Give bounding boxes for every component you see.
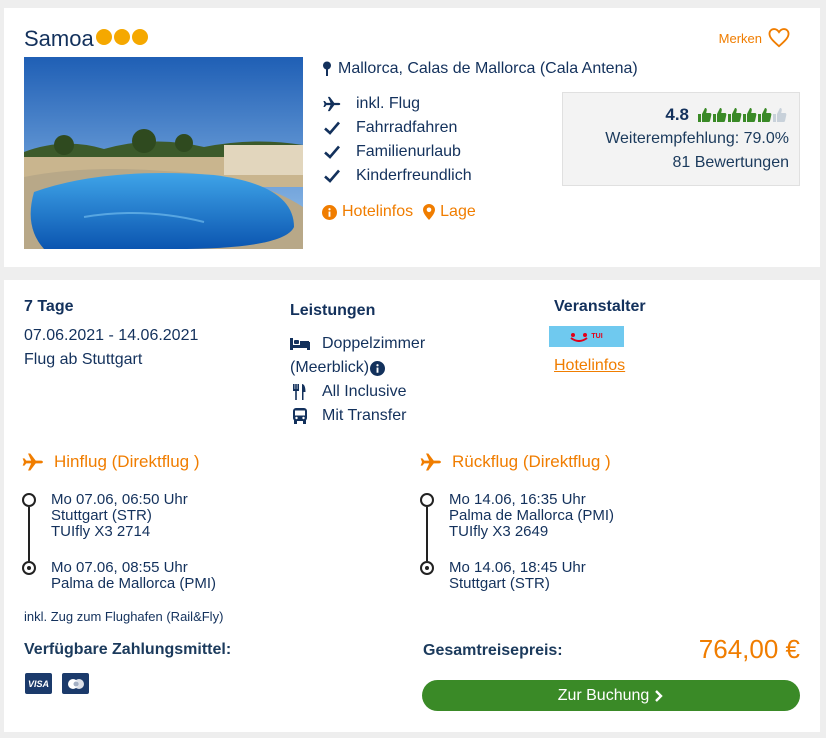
plane-icon	[420, 453, 441, 471]
return-title: Rückflug (Direktflug )	[452, 452, 611, 471]
feature-label: Familienurlaub	[356, 143, 461, 160]
operator-hotelinfos-link[interactable]: Hotelinfos	[554, 357, 625, 375]
info-icon	[322, 204, 337, 220]
heart-icon	[768, 28, 790, 48]
map-marker-icon	[423, 204, 436, 220]
service-room-view: (Meerblick)	[290, 356, 425, 380]
departure-airport: Palma de Mallorca (PMI)	[449, 507, 615, 524]
outbound-arrival: Mo 07.06, 08:55 Uhr Palma de Mallorca (P…	[51, 560, 216, 592]
bus-icon	[293, 408, 307, 424]
arrival-airport: Stuttgart (STR)	[449, 575, 550, 592]
outbound-header: Hinflug (Direktflug )	[22, 452, 200, 472]
hotel-rating-dots	[96, 29, 150, 50]
operator-logo: TUI	[549, 326, 624, 347]
check-icon	[324, 169, 340, 183]
service-room: Doppelzimmer	[290, 332, 425, 356]
favorite-button[interactable]: Merken	[719, 28, 790, 48]
star-dot	[96, 29, 112, 45]
info-icon[interactable]	[370, 360, 386, 376]
return-departure: Mo 14.06, 16:35 Uhr Palma de Mallorca (P…	[449, 492, 614, 540]
timeline-start-marker	[22, 493, 36, 507]
book-button[interactable]: Zur Buchung	[422, 680, 800, 711]
service-board: All Inclusive	[290, 380, 425, 404]
feature-family: Familienurlaub	[322, 140, 472, 164]
arrival-time: Mo 14.06, 18:45 Uhr	[449, 559, 586, 576]
offer-card: 7 Tage 07.06.2021 - 14.06.2021 Flug ab S…	[4, 280, 820, 732]
timeline-end-marker	[420, 561, 434, 575]
thumb-up-icon	[698, 108, 712, 122]
thumb-up-icon	[773, 108, 787, 122]
chevron-right-icon	[655, 689, 663, 702]
recommendation-rate: Weiterempfehlung: 79.0%	[605, 130, 789, 147]
departure-time: Mo 07.06, 06:50 Uhr	[51, 491, 188, 508]
tui-logo-icon	[570, 332, 588, 342]
feature-kids: Kinderfreundlich	[322, 164, 472, 188]
rating-score: 4.8	[665, 105, 787, 125]
departure-airport: Flug ab Stuttgart	[24, 351, 143, 368]
feature-flight: inkl. Flug	[322, 92, 472, 116]
total-price: 764,00 €	[698, 634, 800, 664]
feature-label: inkl. Flug	[356, 95, 421, 112]
rail-and-fly-note: inkl. Zug zum Flughafen (Rail&Fly)	[24, 609, 224, 624]
timeline-end-marker	[22, 561, 36, 575]
trip-duration: 7 Tage	[24, 298, 74, 315]
thumb-up-icon	[728, 108, 742, 122]
operator-title: Veranstalter	[554, 298, 646, 315]
location-text: Mallorca, Calas de Mallorca (Cala Antena…	[338, 60, 638, 77]
outbound-departure: Mo 07.06, 06:50 Uhr Stuttgart (STR) TUIf…	[51, 492, 188, 540]
book-button-label: Zur Buchung	[557, 686, 650, 704]
hotel-photo[interactable]	[24, 57, 303, 249]
mastercard-icon	[62, 673, 89, 694]
flight-number: TUIfly X3 2714	[51, 523, 151, 540]
check-icon	[324, 121, 340, 135]
review-count[interactable]: 81 Bewertungen	[672, 154, 789, 172]
visa-icon: VISA	[25, 673, 52, 694]
timeline-start-marker	[420, 493, 434, 507]
return-arrival: Mo 14.06, 18:45 Uhr Stuttgart (STR)	[449, 560, 586, 592]
payment-title: Verfügbare Zahlungsmittel:	[24, 641, 232, 658]
departure-airport: Stuttgart (STR)	[51, 507, 152, 524]
feature-cycling: Fahrradfahren	[322, 116, 472, 140]
star-dot	[132, 29, 148, 45]
hotel-links: Hotelinfos Lage	[322, 203, 486, 221]
hotel-name[interactable]: Samoa	[24, 26, 94, 52]
return-header: Rückflug (Direktflug )	[420, 452, 611, 472]
timeline-line	[28, 507, 30, 561]
outbound-title: Hinflug (Direktflug )	[54, 452, 200, 471]
feature-label: Fahrradfahren	[356, 119, 458, 136]
services-list: Doppelzimmer (Meerblick) All Inclusive M…	[290, 332, 425, 428]
departure-time: Mo 14.06, 16:35 Uhr	[449, 491, 586, 508]
map-pin-icon	[323, 61, 331, 76]
plane-icon	[22, 453, 43, 471]
bed-icon	[290, 338, 310, 350]
thumbs-rating	[697, 107, 787, 123]
flight-number: TUIfly X3 2649	[449, 523, 549, 540]
hotel-location: Mallorca, Calas de Mallorca (Cala Antena…	[322, 60, 638, 78]
arrival-airport: Palma de Mallorca (PMI)	[51, 575, 217, 592]
rating-box[interactable]: 4.8 Weiterempfehlung: 79.0% 81 Bewertung…	[562, 92, 800, 186]
star-dot	[114, 29, 130, 45]
trip-dates: 07.06.2021 - 14.06.2021	[24, 327, 199, 344]
lage-link[interactable]: Lage	[423, 203, 476, 221]
total-label: Gesamtreisepreis:	[423, 642, 563, 659]
thumb-up-icon	[758, 108, 772, 122]
hotelinfos-link[interactable]: Hotelinfos	[322, 203, 413, 221]
thumb-up-icon	[743, 108, 757, 122]
hotel-card: Samoa Merken Mallorca, Calas de Mallorca…	[4, 8, 820, 267]
feature-label: Kinderfreundlich	[356, 167, 472, 184]
service-transfer: Mit Transfer	[290, 404, 425, 428]
plane-icon	[323, 96, 341, 112]
services-title: Leistungen	[290, 302, 376, 319]
check-icon	[324, 145, 340, 159]
thumb-up-icon	[713, 108, 727, 122]
payment-methods: VISA	[25, 673, 89, 694]
timeline-line	[426, 507, 428, 561]
arrival-time: Mo 07.06, 08:55 Uhr	[51, 559, 188, 576]
feature-list: inkl. Flug Fahrradfahren Familienurlaub …	[322, 92, 472, 188]
favorite-label: Merken	[718, 30, 762, 46]
cutlery-icon	[293, 384, 306, 400]
